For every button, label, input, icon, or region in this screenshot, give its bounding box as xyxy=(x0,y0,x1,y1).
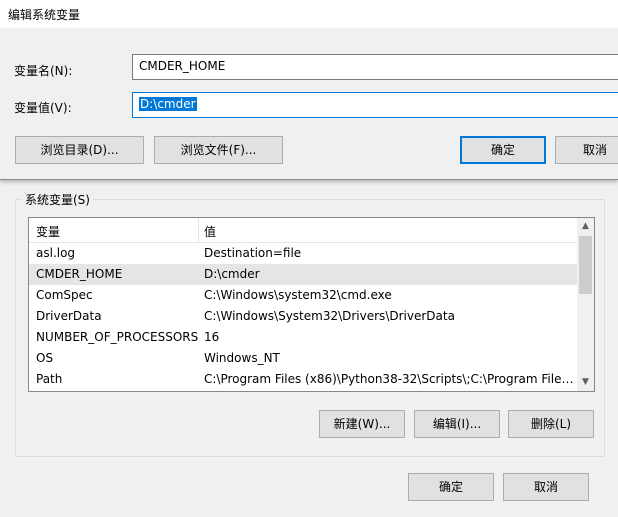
variable-name-value: CMDER_HOME xyxy=(139,59,226,73)
table-row[interactable]: DriverData C:\Windows\System32\Drivers\D… xyxy=(29,306,578,327)
ok-button[interactable]: 确定 xyxy=(408,473,494,501)
dialog-cancel-button[interactable]: 取消 xyxy=(555,136,618,164)
vertical-scrollbar[interactable]: ▲ ▼ xyxy=(577,218,594,391)
new-variable-button[interactable]: 新建(W)... xyxy=(319,410,405,438)
row-variable-name: asl.log xyxy=(36,246,76,260)
variable-value-label: 变量值(V): xyxy=(14,101,72,115)
table-row[interactable]: OS Windows_NT xyxy=(29,348,578,369)
variable-value-field[interactable]: D:\cmder xyxy=(132,92,618,118)
column-separator[interactable] xyxy=(198,218,199,242)
edit-variable-dialog: 编辑系统变量 变量名(N): CMDER_HOME 变量值(V): D:\cmd… xyxy=(0,0,618,180)
table-row[interactable]: NUMBER_OF_PROCESSORS 16 xyxy=(29,327,578,348)
row-variable-value: D:\cmder xyxy=(204,267,260,281)
edit-variable-button[interactable]: 编辑(I)... xyxy=(414,410,500,438)
system-variables-label: 系统变量(S) xyxy=(22,191,93,208)
dialog-title: 编辑系统变量 xyxy=(8,8,81,22)
table-row[interactable]: Path C:\Program Files (x86)\Python38-32\… xyxy=(29,369,578,390)
row-variable-name: NUMBER_OF_PROCESSORS xyxy=(36,330,199,344)
row-variable-value: Windows_NT xyxy=(204,351,280,365)
column-header-variable[interactable]: 变量 xyxy=(36,223,60,240)
row-variable-value: C:\Windows\System32\Drivers\DriverData xyxy=(204,309,455,323)
list-header: 变量 值 xyxy=(29,218,578,243)
row-variable-name: ComSpec xyxy=(36,288,93,302)
table-row[interactable]: asl.log Destination=file xyxy=(29,243,578,264)
delete-variable-button[interactable]: 删除(L) xyxy=(508,410,594,438)
row-variable-value: C:\Windows\system32\cmd.exe xyxy=(204,288,392,302)
table-row-selected[interactable]: CMDER_HOME D:\cmder xyxy=(29,264,578,285)
row-variable-value: C:\Program Files (x86)\Python38-32\Scrip… xyxy=(204,372,576,386)
scroll-down-icon[interactable]: ▼ xyxy=(577,374,594,391)
row-variable-name: OS xyxy=(36,351,54,365)
variable-name-field[interactable]: CMDER_HOME xyxy=(132,54,618,80)
dialog-titlebar[interactable]: 编辑系统变量 xyxy=(0,0,618,28)
row-variable-name: CMDER_HOME xyxy=(36,267,123,281)
browse-file-button[interactable]: 浏览文件(F)... xyxy=(154,136,283,164)
browse-directory-button[interactable]: 浏览目录(D)... xyxy=(15,136,144,164)
row-variable-name: Path xyxy=(36,372,63,386)
scroll-up-icon[interactable]: ▲ xyxy=(577,218,594,235)
variable-name-label: 变量名(N): xyxy=(14,64,73,78)
table-row[interactable]: ComSpec C:\Windows\system32\cmd.exe xyxy=(29,285,578,306)
column-header-value[interactable]: 值 xyxy=(204,223,216,240)
cancel-button[interactable]: 取消 xyxy=(503,473,589,501)
dialog-ok-button[interactable]: 确定 xyxy=(460,136,546,164)
system-variables-list[interactable]: 变量 值 asl.log Destination=file CMDER_HOME… xyxy=(28,217,595,392)
row-variable-value: Destination=file xyxy=(204,246,302,260)
row-variable-name: DriverData xyxy=(36,309,102,323)
row-variable-value: 16 xyxy=(204,330,220,344)
variable-value-text: D:\cmder xyxy=(139,97,197,111)
scrollbar-thumb[interactable] xyxy=(579,236,592,294)
